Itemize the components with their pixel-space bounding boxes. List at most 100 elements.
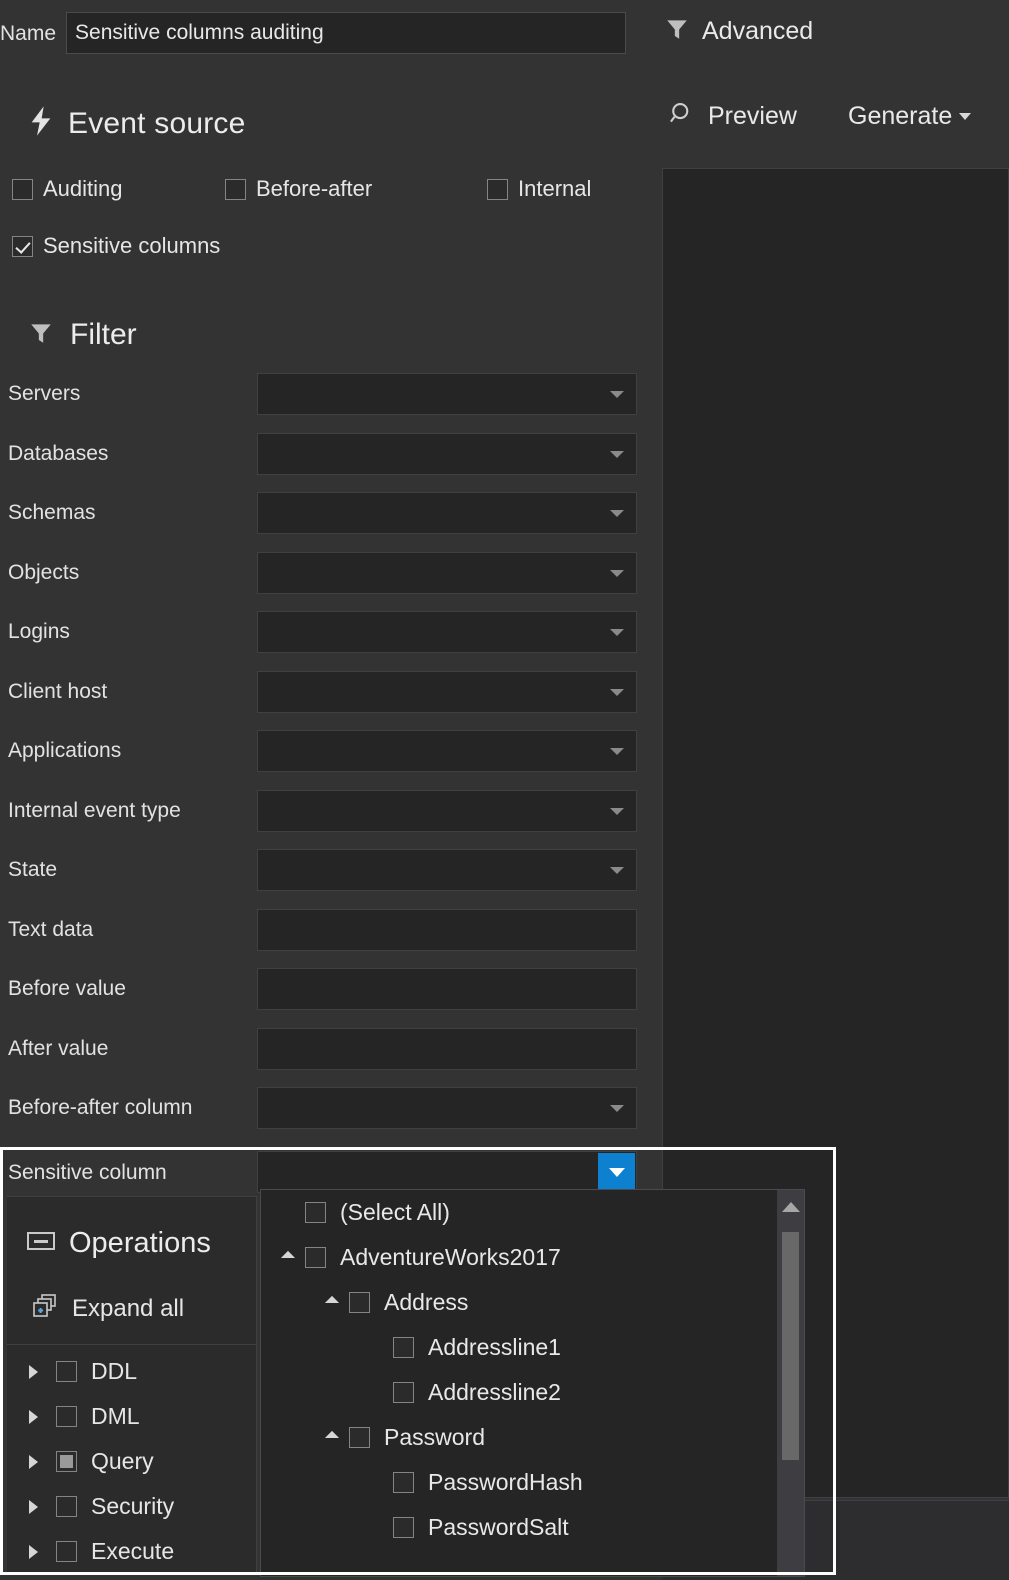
name-label: Name	[0, 21, 57, 45]
filter-combobox[interactable]	[257, 670, 637, 713]
event-source-header: Event source	[28, 105, 246, 142]
tree-item[interactable]: AdventureWorks2017	[261, 1235, 778, 1280]
tree-item-checkbox[interactable]	[349, 1427, 370, 1448]
tree-item-checkbox[interactable]	[393, 1472, 414, 1493]
operations-item-label: Execute	[91, 1538, 175, 1564]
internal-checkbox-box[interactable]	[487, 178, 508, 200]
checkbox-auditing[interactable]: Auditing	[12, 176, 123, 202]
auditing-checkbox-box[interactable]	[12, 178, 33, 200]
sensitive-columns-checkbox-box[interactable]	[12, 235, 33, 257]
chevron-down-icon	[610, 688, 624, 696]
operations-list-item[interactable]: Security	[7, 1484, 257, 1529]
tree-item[interactable]: PasswordSalt	[261, 1505, 778, 1550]
filter-row-label: Before-after column	[8, 1096, 193, 1119]
filter-row: After value	[0, 1027, 660, 1070]
filter-row: Objects	[0, 551, 660, 594]
filter-header: Filter	[28, 318, 137, 352]
filter-text-input[interactable]	[257, 1027, 637, 1070]
filter-text-input[interactable]	[257, 908, 637, 951]
collapse-icon[interactable]	[27, 1230, 55, 1257]
chevron-right-icon[interactable]	[29, 1499, 38, 1514]
chevron-right-icon[interactable]	[29, 1409, 38, 1424]
event-source-title: Event source	[68, 106, 246, 140]
filter-combobox[interactable]	[257, 373, 637, 415]
tree-item-label: AdventureWorks2017	[340, 1244, 561, 1270]
chevron-down-icon[interactable]	[959, 113, 972, 120]
tree-item-checkbox[interactable]	[393, 1337, 414, 1358]
expand-all-label: Expand all	[72, 1294, 185, 1322]
operations-header[interactable]: Operations	[27, 1227, 211, 1260]
tree-item-checkbox[interactable]	[393, 1517, 414, 1538]
operations-separator	[7, 1344, 257, 1345]
tree-item[interactable]: Address	[261, 1280, 778, 1325]
name-input[interactable]	[66, 12, 627, 54]
tree-item-checkbox[interactable]	[305, 1247, 326, 1268]
operations-list-item[interactable]: DDL	[7, 1349, 257, 1394]
expander-expanded-icon[interactable]	[324, 1430, 340, 1445]
filter-combobox[interactable]	[257, 789, 637, 832]
operations-item-checkbox[interactable]	[56, 1541, 77, 1562]
tree-item[interactable]: PasswordHash	[261, 1460, 778, 1505]
filter-combobox[interactable]	[257, 551, 637, 594]
tree-item-checkbox[interactable]	[349, 1292, 370, 1313]
filter-combobox[interactable]	[257, 730, 637, 772]
expander-expanded-icon[interactable]	[324, 1295, 340, 1310]
checkbox-sensitive-columns[interactable]: Sensitive columns	[12, 233, 220, 259]
operations-item-checkbox[interactable]	[56, 1496, 77, 1517]
before-after-label: Before-after	[256, 176, 373, 201]
expander-expanded-icon[interactable]	[280, 1250, 296, 1265]
checkbox-internal[interactable]: Internal	[487, 176, 591, 202]
expand-all-icon	[33, 1293, 59, 1324]
chevron-down-icon	[610, 450, 624, 458]
operations-item-label: DDL	[91, 1358, 138, 1384]
filter-row: Text data	[0, 908, 660, 951]
operations-list-item[interactable]: DML	[7, 1394, 257, 1439]
filter-row: State	[0, 849, 660, 891]
advanced-button[interactable]: Advanced	[664, 16, 813, 47]
operations-item-checkbox[interactable]	[56, 1406, 77, 1427]
filter-combobox[interactable]	[257, 1087, 637, 1129]
sensitive-column-dropdown-button[interactable]	[598, 1153, 635, 1191]
operations-item-checkbox[interactable]	[56, 1361, 77, 1382]
tree-scrollbar[interactable]	[777, 1190, 804, 1576]
filter-combobox[interactable]	[257, 849, 637, 891]
chevron-down-icon	[610, 391, 624, 398]
scroll-up-arrow-icon[interactable]	[781, 1202, 800, 1212]
operations-list-item[interactable]: Execute	[7, 1529, 257, 1574]
operations-list-item[interactable]: Query	[7, 1439, 257, 1484]
filter-row: Servers	[0, 373, 660, 415]
chevron-down-icon	[610, 510, 624, 517]
filter-text-input[interactable]	[257, 968, 637, 1010]
tree-item-checkbox[interactable]	[393, 1382, 414, 1403]
operations-item-checkbox[interactable]	[56, 1451, 77, 1472]
checkbox-before-after[interactable]: Before-after	[225, 176, 372, 202]
filter-row-label: Applications	[8, 739, 122, 762]
sensitive-column-combobox[interactable]	[257, 1151, 637, 1193]
generate-label: Generate	[848, 102, 953, 130]
chevron-right-icon[interactable]	[29, 1454, 38, 1469]
filter-combobox[interactable]	[257, 492, 637, 534]
filter-combobox[interactable]	[257, 432, 637, 475]
preview-label: Preview	[708, 102, 797, 130]
filter-combobox[interactable]	[257, 611, 637, 653]
tree-item-label: Address	[384, 1289, 469, 1315]
generate-button[interactable]: Generate	[848, 102, 972, 131]
filter-row-label: State	[8, 858, 58, 881]
operations-title: Operations	[69, 1227, 211, 1259]
filter-row-label: Servers	[8, 382, 81, 405]
expand-all-button[interactable]: Expand all	[33, 1293, 184, 1324]
chevron-right-icon[interactable]	[29, 1544, 38, 1559]
chevron-right-icon[interactable]	[29, 1364, 38, 1379]
tree-item[interactable]: Addressline1	[261, 1325, 778, 1370]
tree-item[interactable]: (Select All)	[261, 1190, 778, 1235]
operations-item-label: Query	[91, 1448, 154, 1474]
tree-item-label: (Select All)	[340, 1199, 450, 1225]
before-after-checkbox-box[interactable]	[225, 178, 246, 200]
tree-item-label: Addressline2	[428, 1379, 561, 1405]
tree-item[interactable]: Addressline2	[261, 1370, 778, 1415]
operations-panel: Operations Expand all DDL DML Query Securit…	[7, 1196, 257, 1575]
preview-button[interactable]: Preview	[668, 100, 797, 133]
tree-item-checkbox[interactable]	[305, 1202, 326, 1223]
tree-item[interactable]: Password	[261, 1415, 778, 1460]
scrollbar-thumb[interactable]	[782, 1232, 799, 1460]
